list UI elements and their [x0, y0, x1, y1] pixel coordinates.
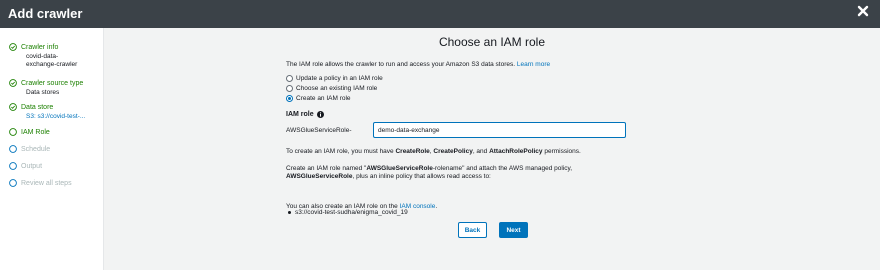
radio-button[interactable] — [286, 85, 293, 92]
close-icon[interactable] — [856, 4, 870, 18]
role-name-prefix: AWSGlueServiceRole- — [286, 127, 352, 134]
circle-icon — [9, 128, 17, 136]
step-schedule: Schedule — [9, 145, 50, 153]
check-circle-icon — [9, 43, 17, 51]
modal-header: Add crawler — [0, 0, 880, 28]
step-data-store[interactable]: Data store — [9, 103, 53, 111]
radio-label: Update a policy in an IAM role — [296, 75, 383, 82]
modal-title: Add crawler — [8, 6, 83, 21]
role-name-input[interactable] — [373, 122, 626, 138]
learn-more-link[interactable]: Learn more — [517, 61, 550, 68]
main-panel: Choose an IAM role The IAM role allows t… — [104, 28, 880, 270]
step-detail: S3: s3://covid-test-... — [26, 113, 86, 120]
permissions-note: To create an IAM role, you must have Cre… — [286, 148, 581, 155]
step-review-all-steps: Review all steps — [9, 179, 72, 187]
step-iam-role[interactable]: IAM Role — [9, 128, 50, 136]
step-label: Crawler source type — [21, 79, 84, 87]
intro-text: The IAM role allows the crawler to run a… — [286, 61, 551, 68]
radio-create-role[interactable]: Create an IAM role — [286, 95, 351, 102]
step-label: Crawler info — [21, 43, 59, 51]
radio-update-policy[interactable]: Update a policy in an IAM role — [286, 75, 383, 82]
check-circle-icon — [9, 79, 17, 87]
step-crawler-source-type[interactable]: Crawler source type — [9, 79, 83, 87]
circle-icon — [9, 162, 17, 170]
step-detail: Data stores — [26, 89, 60, 96]
radio-label: Choose an existing IAM role — [296, 85, 378, 92]
radio-button[interactable] — [286, 75, 293, 82]
circle-icon — [9, 179, 17, 187]
wizard-steps-sidebar: Crawler info covid-data- exchange-crawle… — [0, 28, 104, 270]
console-note: You can also create an IAM role on the I… — [286, 203, 438, 210]
step-label: Data store — [21, 103, 54, 111]
step-output: Output — [9, 162, 42, 170]
back-button[interactable]: Back — [458, 222, 487, 238]
bullet-icon — [288, 211, 291, 214]
radio-label: Create an IAM role — [296, 95, 351, 102]
step-detail: covid-data- — [26, 53, 59, 60]
iam-console-link[interactable]: IAM console — [400, 203, 436, 210]
iam-role-label: IAM role — [286, 111, 324, 118]
step-label: Schedule — [21, 145, 51, 153]
circle-icon — [9, 145, 17, 153]
step-label: Review all steps — [21, 179, 72, 187]
create-role-note-line2: AWSGlueServiceRole, plus an inline polic… — [286, 173, 491, 180]
step-label: IAM Role — [21, 128, 50, 136]
info-icon[interactable] — [316, 111, 324, 118]
create-role-note-line1: Create an IAM role named "AWSGlueService… — [286, 165, 573, 172]
step-label: Output — [21, 162, 43, 170]
check-circle-icon — [9, 103, 17, 111]
step-crawler-info[interactable]: Crawler info — [9, 43, 58, 51]
radio-button-selected[interactable] — [286, 95, 293, 102]
page-title: Choose an IAM role — [438, 35, 546, 49]
step-detail: exchange-crawler — [26, 61, 78, 68]
next-button[interactable]: Next — [499, 222, 528, 238]
radio-choose-existing-role[interactable]: Choose an existing IAM role — [286, 85, 377, 92]
